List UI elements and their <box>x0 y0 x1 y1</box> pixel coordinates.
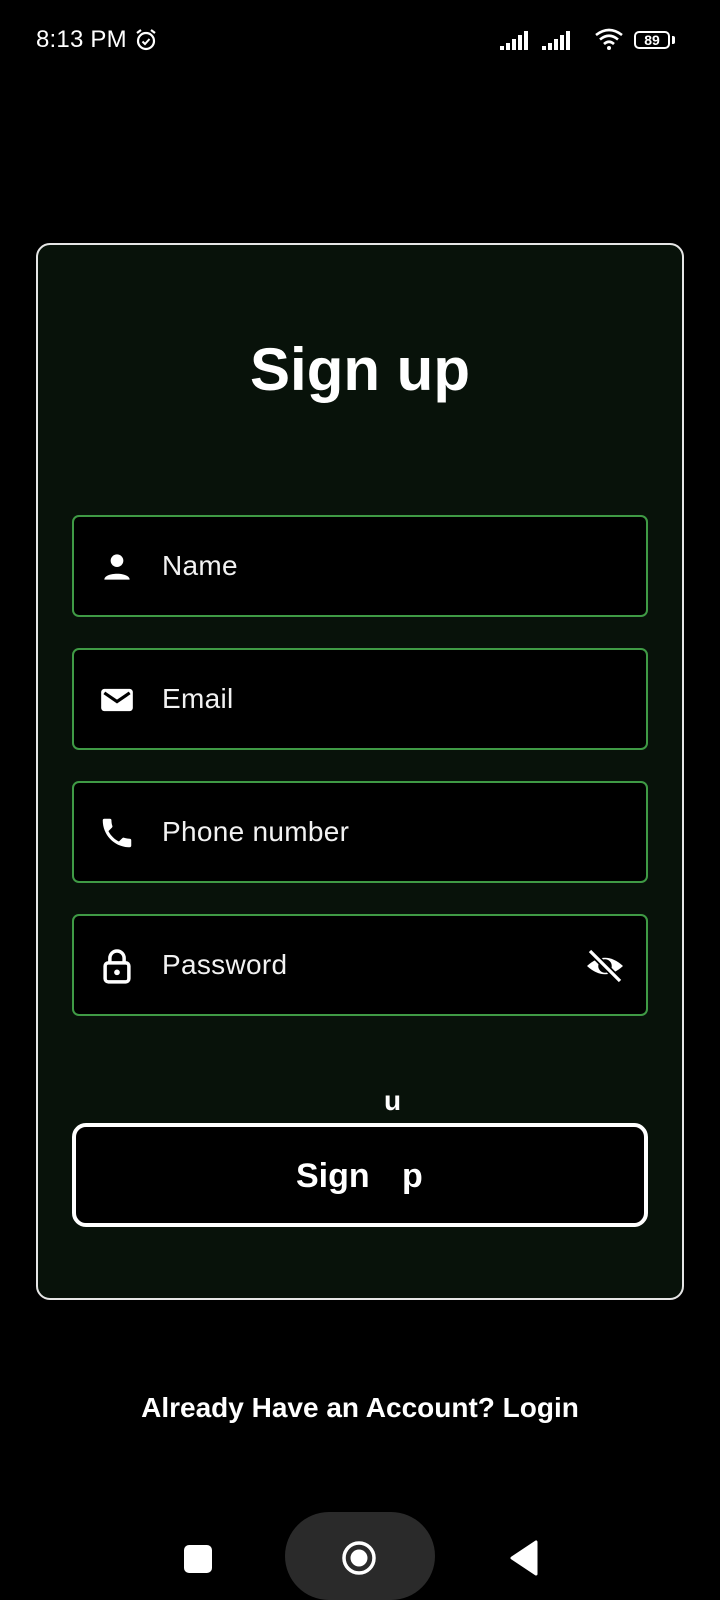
wifi-icon <box>595 28 623 50</box>
page-title: Sign up <box>250 336 470 403</box>
recents-square-icon[interactable] <box>184 1545 212 1573</box>
home-circle-icon[interactable] <box>341 1540 377 1576</box>
login-link[interactable]: Already Have an Account? Login <box>0 1392 720 1424</box>
phone-field[interactable]: Phone number <box>72 781 648 883</box>
status-bar: 8:13 PM 89 <box>0 0 720 80</box>
visibility-off-icon[interactable] <box>584 947 626 985</box>
name-field[interactable]: Name <box>72 515 648 617</box>
signup-card: Sign up Name Email Phone number Password <box>36 243 684 1300</box>
battery-tip <box>672 36 675 44</box>
status-time: 8:13 PM <box>36 26 127 53</box>
password-field[interactable]: Password <box>72 914 648 1016</box>
email-field[interactable]: Email <box>72 648 648 750</box>
battery-level: 89 <box>644 32 660 48</box>
signal-icon <box>542 31 570 50</box>
mail-icon <box>101 688 133 712</box>
phone-field-label: Phone number <box>162 816 350 847</box>
signup-button-label-tail: p <box>402 1157 423 1195</box>
back-triangle-icon[interactable] <box>508 1540 538 1576</box>
battery-icon: 89 <box>634 31 670 49</box>
lock-icon <box>103 949 131 984</box>
signup-button-label: Sign <box>296 1157 370 1195</box>
alarm-icon <box>136 29 156 51</box>
floating-letter: u <box>384 1085 402 1116</box>
email-field-label: Email <box>162 683 234 714</box>
password-field-label: Password <box>162 949 288 980</box>
signal-icon <box>500 31 528 50</box>
name-field-label: Name <box>162 550 238 581</box>
person-icon <box>104 554 130 580</box>
signup-button[interactable]: Sign p <box>72 1123 648 1227</box>
phone-icon <box>102 818 132 848</box>
